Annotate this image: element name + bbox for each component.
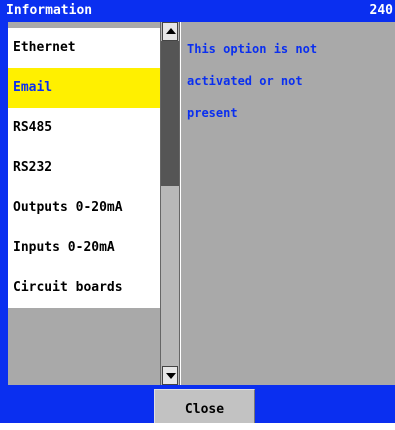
- detail-panel: This option is not activated or not pres…: [180, 22, 395, 385]
- menu-list: Ethernet Email RS485 RS232 Outputs 0-20m…: [8, 22, 160, 385]
- information-window: Information 240 Ethernet Email RS485 RS2…: [0, 0, 395, 423]
- window-title: Information: [6, 3, 93, 18]
- arrow-up-icon: [166, 28, 176, 34]
- menu-item-inputs[interactable]: Inputs 0-20mA: [8, 228, 160, 268]
- menu-item-outputs[interactable]: Outputs 0-20mA: [8, 188, 160, 228]
- menu-item-email[interactable]: Email: [8, 68, 160, 108]
- menu-item-ethernet[interactable]: Ethernet: [8, 28, 160, 68]
- arrow-down-icon: [166, 373, 176, 379]
- scroll-down-button[interactable]: [162, 366, 178, 385]
- menu-item-circuit-boards[interactable]: Circuit boards: [8, 268, 160, 308]
- close-button[interactable]: Close: [154, 389, 255, 423]
- window-number: 240: [369, 3, 393, 18]
- menu-item-rs232[interactable]: RS232: [8, 148, 160, 188]
- scroll-up-button[interactable]: [162, 22, 178, 41]
- detail-text-line: This option is not: [187, 42, 318, 56]
- title-bar: Information 240: [0, 0, 395, 22]
- menu-item-rs485[interactable]: RS485: [8, 108, 160, 148]
- detail-text-line: activated or not: [187, 74, 303, 88]
- scroll-thumb[interactable]: [161, 41, 179, 186]
- detail-text-line: present: [187, 106, 238, 120]
- menu-scrollbar[interactable]: [160, 22, 180, 385]
